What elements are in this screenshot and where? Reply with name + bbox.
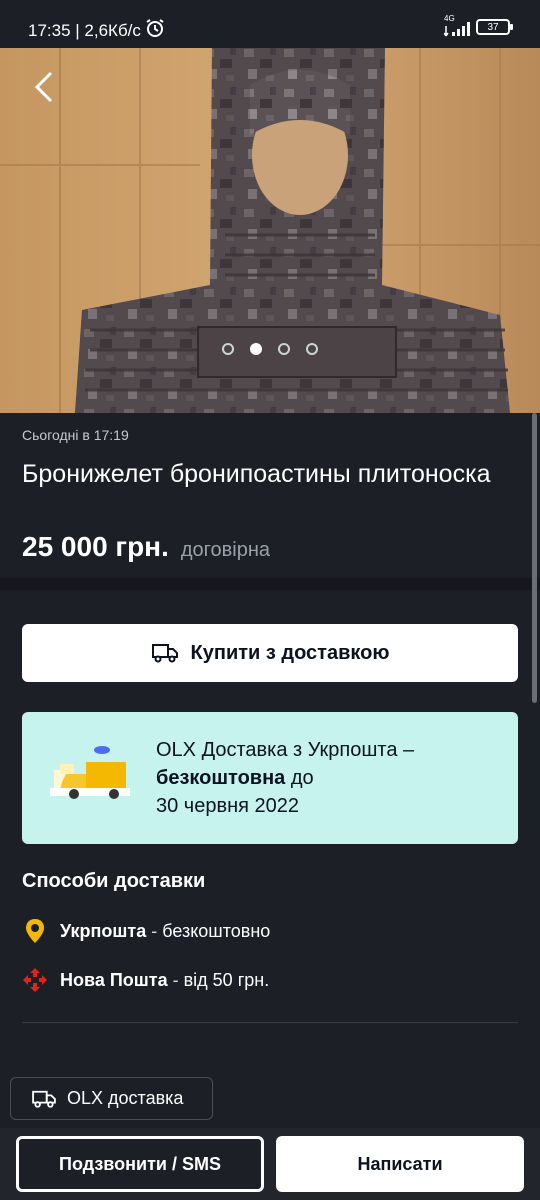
delivery-truck-illustration-icon (50, 746, 130, 799)
signal-icon: 4G (444, 14, 470, 37)
status-bar: 17:35 | 2,6Кб/с 4G 37 (0, 0, 540, 48)
promo-line3: 30 червня 2022 (156, 795, 300, 817)
gallery-dot-active[interactable] (250, 343, 262, 355)
method-separator: - (146, 920, 163, 941)
listing-photo (0, 45, 540, 413)
status-time-speed: 17:35 | 2,6Кб/с (28, 20, 141, 40)
delivery-methods-title: Способи доставки (22, 870, 206, 892)
posted-date: Сьогодні в 17:19 (22, 427, 129, 443)
promo-text: OLX Доставка з Укрпошта – безкоштовна до… (156, 736, 496, 820)
back-button[interactable] (24, 67, 64, 107)
nova-poshta-icon (22, 967, 48, 993)
promo-line1: OLX Доставка з Укрпошта – (156, 739, 415, 761)
method-separator: - (167, 969, 184, 990)
ukrposhta-pin-icon (22, 918, 48, 944)
truck-icon (32, 1090, 56, 1108)
promo-line2-rest: до (285, 767, 314, 789)
status-left: 17:35 | 2,6Кб/с (28, 18, 165, 43)
battery-icon: 37 (476, 19, 513, 35)
section-divider (22, 1022, 518, 1023)
gallery-dot[interactable] (278, 343, 290, 355)
olx-chip-label: OLX доставка (67, 1088, 184, 1108)
truck-icon (151, 644, 178, 663)
write-message-button[interactable]: Написати (276, 1136, 524, 1192)
call-button-label: Подзвонити / SMS (59, 1153, 221, 1174)
section-separator (0, 578, 540, 590)
scrollbar[interactable] (532, 413, 537, 703)
promo-line2: безкоштовна до (156, 764, 496, 792)
bottom-action-bar: Подзвонити / SMS Написати (0, 1128, 540, 1200)
alarm-icon (145, 18, 165, 43)
promo-bold: безкоштовна (156, 767, 286, 789)
gallery-pagination (0, 343, 540, 355)
price: 25 000 грн. (22, 531, 169, 562)
listing-info: Сьогодні в 17:19 Бронижелет бронипоастин… (0, 413, 540, 578)
buy-with-delivery-button[interactable]: Купити з доставкою (22, 624, 518, 682)
gallery-dot[interactable] (306, 343, 318, 355)
delivery-method-nova-poshta: Нова Пошта - від 50 грн. (22, 967, 269, 993)
write-button-label: Написати (357, 1153, 443, 1174)
call-sms-button[interactable]: Подзвонити / SMS (16, 1136, 264, 1192)
battery-level: 37 (487, 21, 499, 33)
status-right: 4G 37 (444, 14, 513, 37)
delivery-method-ukrposhta: Укрпошта - безкоштовно (22, 918, 270, 944)
buy-button-label: Купити з доставкою (190, 641, 390, 664)
delivery-promo-banner[interactable]: OLX Доставка з Укрпошта – безкоштовна до… (22, 712, 518, 844)
image-gallery[interactable] (0, 45, 540, 413)
olx-delivery-chip[interactable]: OLX доставка (10, 1077, 213, 1120)
method-detail: безкоштовно (162, 920, 271, 941)
listing-title: Бронижелет бронипоастины плитоноска (22, 460, 491, 488)
negotiable-label: договірна (180, 539, 271, 561)
method-name: Нова Пошта (60, 969, 168, 990)
chevron-left-icon (34, 71, 53, 103)
method-name: Укрпошта (60, 920, 147, 941)
method-detail: від 50 грн. (183, 969, 270, 990)
price-row: 25 000 грн. договірна (22, 531, 270, 563)
gallery-dot[interactable] (222, 343, 234, 355)
